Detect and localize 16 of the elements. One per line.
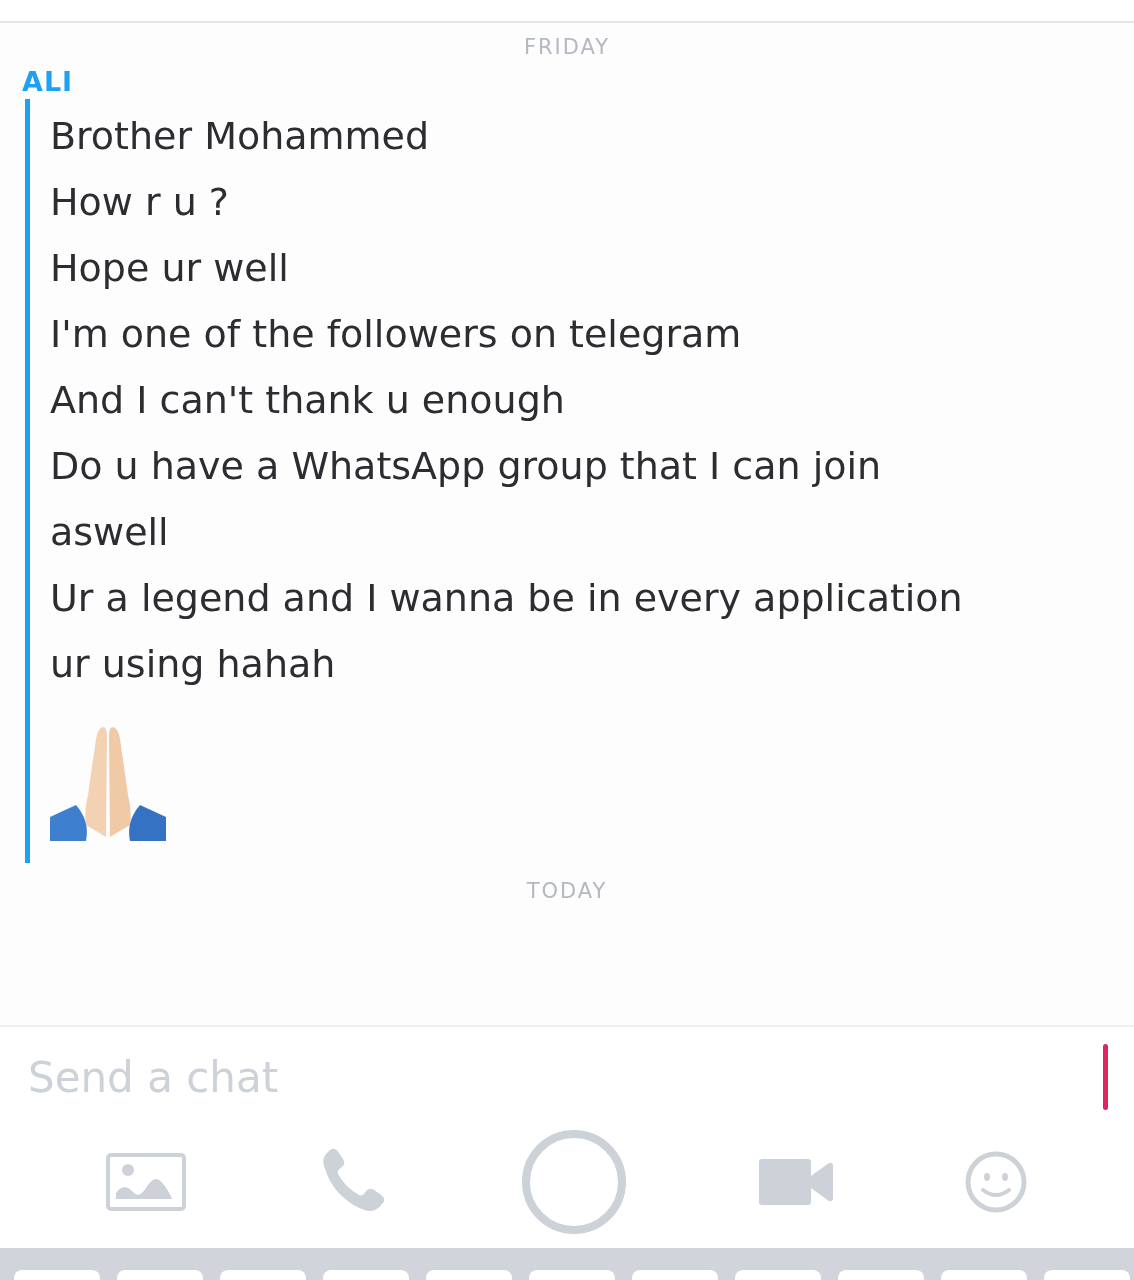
praying-hands-icon [50,725,166,841]
capture-button[interactable] [521,1129,627,1235]
video-camera-icon[interactable] [758,1159,833,1205]
message-text: And I can't thank u enough [50,377,565,424]
message-text: Do u have a WhatsApp group that I can join aswell [50,443,883,556]
message-text: How r u ? [50,179,229,226]
message-text: I'm one of the followers on telegram [50,311,742,358]
message-text: Hope ur well [50,245,289,292]
sender-name: ALI [21,65,74,99]
image-icon[interactable] [105,1153,186,1211]
message-text: Ur a legend and I wanna be in every application ur using hahah [50,575,964,688]
date-separator: FRIDAY [523,34,611,61]
message-text: Brother Mohammed [50,113,430,160]
smiley-icon[interactable] [964,1150,1029,1214]
date-separator: TODAY [526,878,608,905]
text-cursor [1103,1044,1108,1110]
